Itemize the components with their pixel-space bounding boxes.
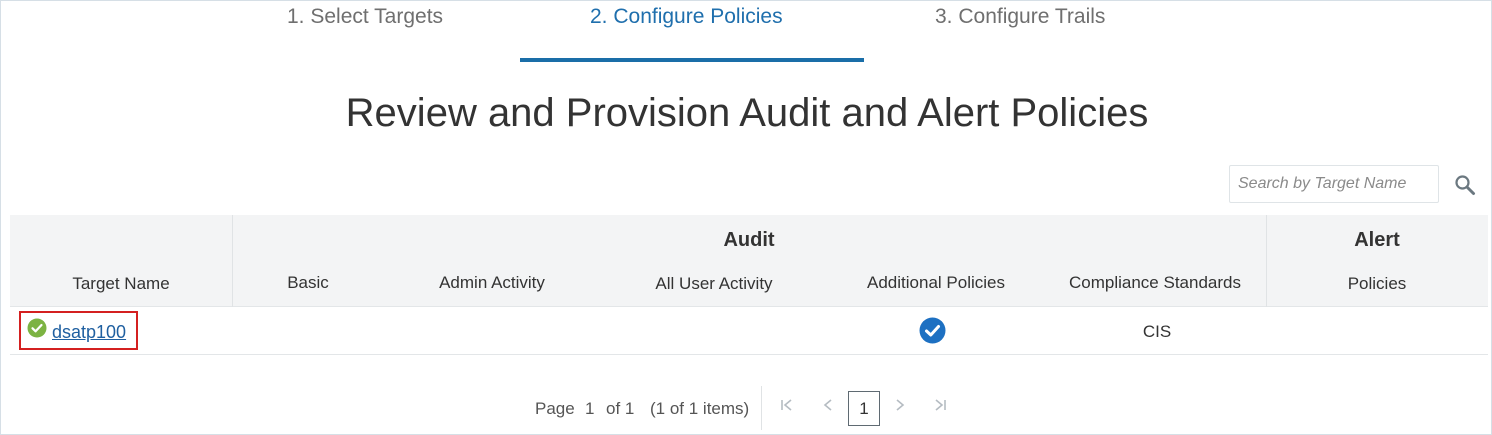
search-input[interactable] bbox=[1229, 165, 1439, 203]
pager-page-label: Page bbox=[535, 399, 575, 418]
column-header-basic: Basic bbox=[287, 273, 329, 292]
pager-of-label: of 1 bbox=[606, 399, 635, 418]
column-header-all-user-activity: All User Activity bbox=[655, 274, 773, 293]
page-title: Review and Provision Audit and Alert Pol… bbox=[345, 91, 1149, 135]
audit-group-header: Audit bbox=[723, 229, 775, 251]
table-header: Audit Alert Target Name Basic Admin Acti… bbox=[10, 215, 1488, 307]
page-frame: 1. Select Targets 2. Configure Policies … bbox=[0, 0, 1492, 435]
step-configure-policies[interactable]: 2. Configure Policies bbox=[590, 5, 783, 35]
column-header-compliance-standards: Compliance Standards bbox=[1069, 273, 1241, 292]
pager-current-page[interactable]: 1 bbox=[585, 399, 594, 419]
target-name-link[interactable]: dsatp100 bbox=[52, 322, 126, 343]
additional-policies-check-icon bbox=[919, 317, 946, 349]
column-header-policies: Policies bbox=[1347, 274, 1407, 293]
pager-items-count: (1 of 1 items) bbox=[650, 399, 750, 418]
column-header-admin-activity: Admin Activity bbox=[439, 273, 545, 292]
column-header-additional-policies: Additional Policies bbox=[867, 273, 1005, 292]
page-number-button[interactable]: 1 bbox=[848, 391, 880, 426]
previous-page-icon[interactable] bbox=[820, 397, 836, 418]
next-page-icon[interactable] bbox=[892, 397, 908, 418]
success-status-icon bbox=[27, 318, 47, 343]
search-icon[interactable] bbox=[1451, 171, 1479, 199]
step-configure-trails[interactable]: 3. Configure Trails bbox=[935, 5, 1105, 35]
alert-group-header: Alert bbox=[1354, 229, 1400, 251]
last-page-icon[interactable] bbox=[932, 397, 948, 418]
table-row: dsatp100 CIS bbox=[10, 308, 1488, 355]
step-select-targets[interactable]: 1. Select Targets bbox=[287, 5, 443, 35]
column-header-target-name[interactable]: Target Name bbox=[10, 274, 232, 294]
compliance-standards-value: CIS bbox=[1142, 322, 1172, 341]
first-page-icon[interactable] bbox=[779, 397, 795, 418]
pager-divider bbox=[761, 386, 762, 430]
active-step-indicator bbox=[520, 58, 864, 62]
